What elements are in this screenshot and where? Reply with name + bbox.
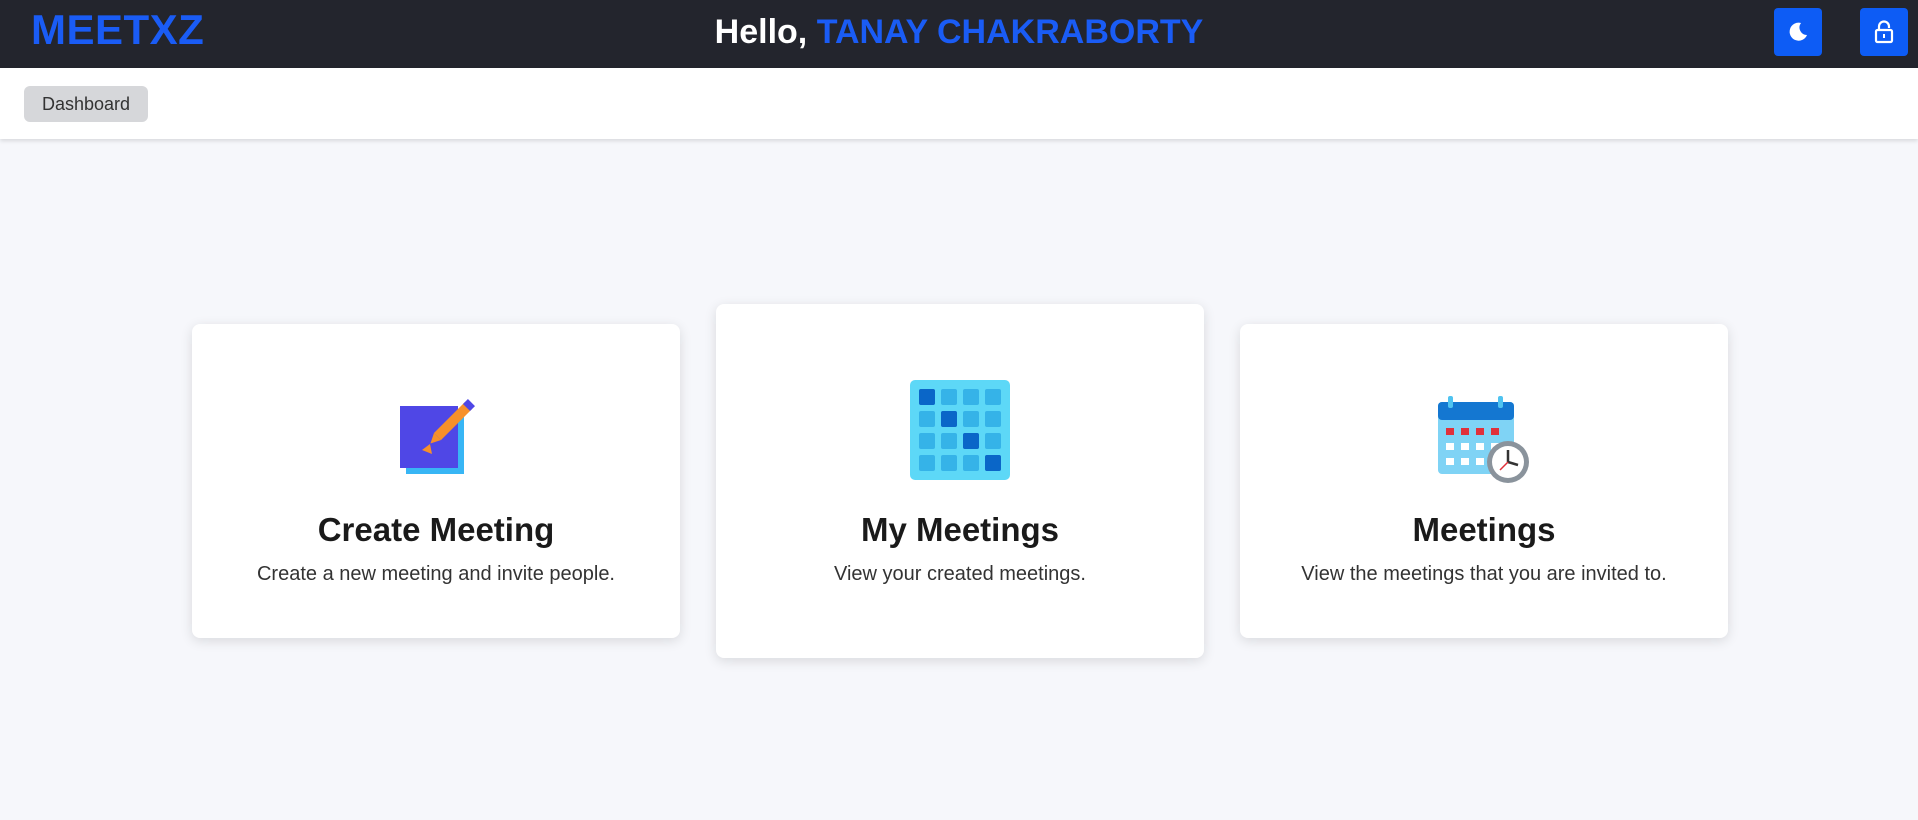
logout-button[interactable] [1860,8,1908,56]
greeting: Hello, TANAY CHAKRABORTY [0,12,1918,52]
breadcrumb-bar: Dashboard [0,68,1918,139]
card-title: Create Meeting [317,511,555,548]
user-name: TANAY CHAKRABORTY [816,13,1204,51]
edit-note-icon [400,399,475,474]
card-title: Meetings [1412,511,1556,548]
card-description: View your created meetings. [834,563,1086,585]
lock-icon [1874,20,1894,44]
meetings-card[interactable]: Meetings View the meetings that you are … [1240,324,1728,638]
calendar-grid-icon [910,380,1010,480]
calendar-clock-icon [1438,396,1529,483]
top-navbar: MEETXZ Hello, TANAY CHAKRABORTY [0,0,1918,68]
greeting-prefix: Hello, [714,13,817,51]
moon-icon [1789,22,1807,41]
my-meetings-card[interactable]: My Meetings View your created meetings. [716,304,1204,658]
create-meeting-card[interactable]: Create Meeting Create a new meeting and … [192,324,680,638]
card-description: Create a new meeting and invite people. [256,563,615,585]
card-title: My Meetings [860,511,1060,548]
breadcrumb-dashboard[interactable]: Dashboard [24,86,148,122]
theme-toggle-button[interactable] [1774,8,1822,56]
card-description: View the meetings that you are invited t… [1301,563,1667,585]
